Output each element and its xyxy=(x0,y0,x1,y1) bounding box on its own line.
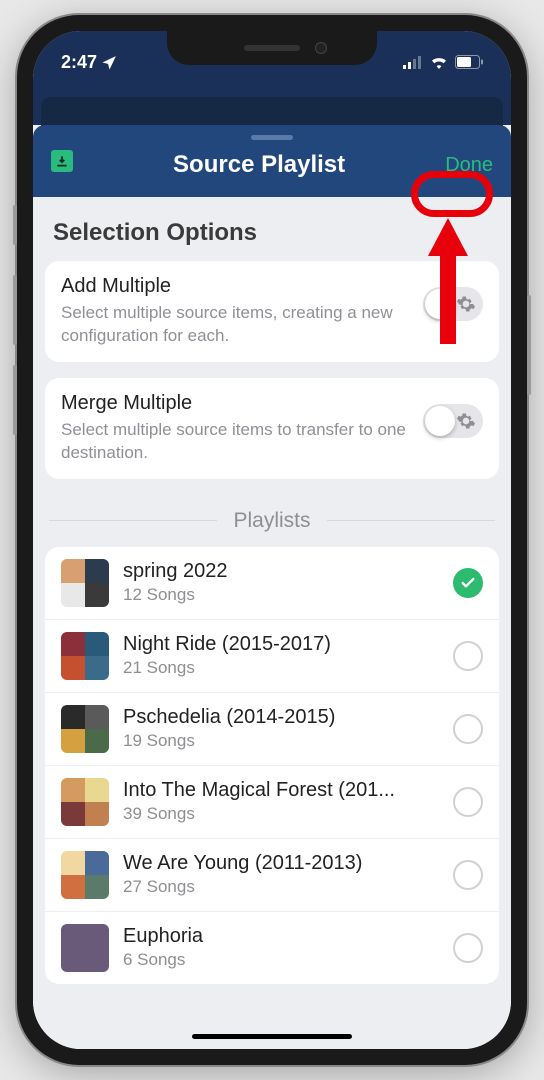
unselected-circle xyxy=(453,787,483,817)
playlist-item[interactable]: spring 2022 12 Songs xyxy=(45,547,499,620)
content-area: Selection Options Add Multiple Select mu… xyxy=(33,197,511,1049)
playlist-artwork xyxy=(61,851,109,899)
silent-switch xyxy=(13,205,17,245)
playlist-name: spring 2022 xyxy=(123,560,439,583)
option-card: Add Multiple Select multiple source item… xyxy=(45,261,499,362)
volume-up xyxy=(13,275,17,345)
wifi-icon xyxy=(429,55,449,69)
playlist-song-count: 27 Songs xyxy=(123,877,439,897)
playlist-song-count: 21 Songs xyxy=(123,658,439,678)
option-title: Add Multiple xyxy=(61,275,413,298)
notch xyxy=(167,31,377,65)
playlist-song-count: 6 Songs xyxy=(123,950,439,970)
home-indicator[interactable] xyxy=(192,1034,352,1039)
option-description: Select multiple source items to transfer… xyxy=(61,419,413,465)
playlist-name: We Are Young (2011-2013) xyxy=(123,852,439,875)
unselected-circle xyxy=(453,933,483,963)
option-description: Select multiple source items, creating a… xyxy=(61,302,413,348)
sheet-header: Source Playlist Done xyxy=(33,125,511,197)
playlist-song-count: 39 Songs xyxy=(123,804,439,824)
phone-frame: 2:47 xyxy=(17,15,527,1065)
page-title: Source Playlist xyxy=(73,151,445,179)
volume-down xyxy=(13,365,17,435)
gear-icon xyxy=(456,294,476,314)
option-toggle[interactable] xyxy=(423,287,483,321)
phone-screen: 2:47 xyxy=(33,31,511,1049)
done-button[interactable]: Done xyxy=(445,154,493,177)
playlist-item[interactable]: Pschedelia (2014-2015) 19 Songs xyxy=(45,693,499,766)
drag-grabber[interactable] xyxy=(251,135,293,140)
playlists-divider: Playlists xyxy=(49,509,495,533)
playlist-artwork xyxy=(61,559,109,607)
battery-icon xyxy=(455,55,483,69)
status-time: 2:47 xyxy=(61,52,97,73)
playlist-name: Into The Magical Forest (201... xyxy=(123,779,439,802)
playlist-artwork xyxy=(61,632,109,680)
location-icon xyxy=(101,54,118,71)
playlists-heading: Playlists xyxy=(217,509,326,533)
playlist-song-count: 19 Songs xyxy=(123,731,439,751)
gear-icon xyxy=(456,411,476,431)
playlist-item[interactable]: We Are Young (2011-2013) 27 Songs xyxy=(45,839,499,912)
unselected-circle xyxy=(453,641,483,671)
playlist-artwork xyxy=(61,705,109,753)
signal-icon xyxy=(403,55,423,69)
playlist-item[interactable]: Euphoria 6 Songs xyxy=(45,912,499,984)
option-toggle[interactable] xyxy=(423,404,483,438)
selection-options-heading: Selection Options xyxy=(53,219,491,247)
playlist-name: Euphoria xyxy=(123,925,439,948)
playlist-artwork xyxy=(61,778,109,826)
download-icon[interactable] xyxy=(51,150,73,172)
option-title: Merge Multiple xyxy=(61,392,413,415)
playlist-item[interactable]: Night Ride (2015-2017) 21 Songs xyxy=(45,620,499,693)
option-card: Merge Multiple Select multiple source it… xyxy=(45,378,499,479)
playlist-name: Pschedelia (2014-2015) xyxy=(123,706,439,729)
playlist-name: Night Ride (2015-2017) xyxy=(123,633,439,656)
check-icon xyxy=(453,568,483,598)
unselected-circle xyxy=(453,860,483,890)
playlist-item[interactable]: Into The Magical Forest (201... 39 Songs xyxy=(45,766,499,839)
playlist-artwork xyxy=(61,924,109,972)
power-button xyxy=(527,295,531,395)
playlist-list: spring 2022 12 Songs Night Ride (2015-20… xyxy=(45,547,499,984)
playlist-song-count: 12 Songs xyxy=(123,585,439,605)
unselected-circle xyxy=(453,714,483,744)
